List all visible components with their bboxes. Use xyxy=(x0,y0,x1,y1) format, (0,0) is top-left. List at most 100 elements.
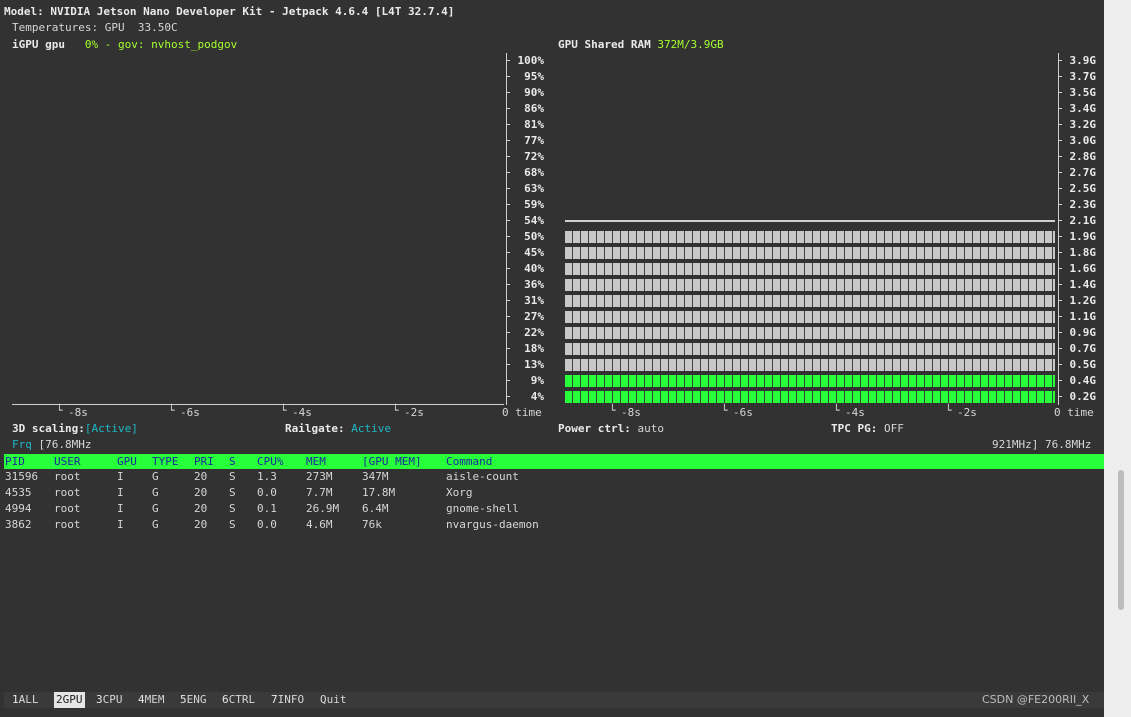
railgate-status: Railgate: Active xyxy=(285,421,391,437)
gpu-x-tick-corner: └ xyxy=(280,404,287,417)
ram-used-bar xyxy=(565,391,1055,403)
tab-label: ENG xyxy=(186,693,207,706)
column-header: GPU xyxy=(117,455,137,468)
watermark: CSDN @FE200RII_X xyxy=(982,693,1090,706)
ram-y-tick-label: 2.1G xyxy=(1069,214,1097,227)
railgate-label: Railgate: xyxy=(285,422,352,435)
gpu-panel-title: iGPU gpu 0% - gov: nvhost_podgov xyxy=(12,37,237,53)
tab-eng[interactable]: 5ENG xyxy=(178,692,209,708)
tab-gpu[interactable]: 2GPU xyxy=(54,692,85,708)
tab-label: INFO xyxy=(277,693,305,706)
ram-total-bar xyxy=(565,359,1055,371)
scrollbar-thumb[interactable] xyxy=(1118,470,1124,610)
tab-number: 5 xyxy=(180,693,187,706)
table-cell: 273M xyxy=(306,470,333,483)
table-cell: G xyxy=(152,486,159,499)
gpu-y-tick-label: 4% xyxy=(530,390,544,403)
table-cell: 26.9M xyxy=(306,502,340,515)
table-cell: 76k xyxy=(362,518,382,531)
tab-label: Quit xyxy=(320,693,347,706)
ram-x-tick-corner: └ xyxy=(609,404,616,417)
gpu-y-tick-label: 68% xyxy=(524,166,544,179)
tab-info[interactable]: 7INFO xyxy=(269,692,306,708)
ram-y-tick-label: 0.9G xyxy=(1069,326,1097,339)
ram-y-tick-label: 3.4G xyxy=(1069,102,1097,115)
gpu-y-tick-label: 90% xyxy=(524,86,544,99)
ram-y-tick-label: 2.3G xyxy=(1069,198,1097,211)
table-cell: root xyxy=(54,486,81,499)
tab-number: 3 xyxy=(96,693,103,706)
table-cell: G xyxy=(152,518,159,531)
ram-total-line xyxy=(565,220,1055,222)
ram-total-bar xyxy=(565,343,1055,355)
column-header: CPU% xyxy=(257,455,284,468)
table-row: 3862 root I G 20 S 0.0 4.6M 76k nvargus-daemon xyxy=(0,517,1100,533)
table-cell: I xyxy=(117,486,124,499)
table-cell: 6.4M xyxy=(362,502,389,515)
table-cell: 20 xyxy=(194,486,208,499)
tpc-status: TPC PG: OFF xyxy=(831,421,904,437)
gpu-y-tick-label: 31% xyxy=(524,294,544,307)
gpu-y-tick-label: 86% xyxy=(524,102,544,115)
tab-cpu[interactable]: 3CPU xyxy=(94,692,125,708)
gpu-load: 0% xyxy=(84,38,99,51)
ram-total-bar xyxy=(565,279,1055,291)
gpu-y-tick-label: 77% xyxy=(524,134,544,147)
gpu-y-tick-label: 9% xyxy=(530,374,544,387)
power-ctrl-status: Power ctrl: auto xyxy=(558,421,664,437)
table-cell: I xyxy=(117,502,124,515)
ram-label: GPU Shared RAM xyxy=(558,38,658,51)
ram-y-tick-label: 1.1G xyxy=(1069,310,1097,323)
gpu-y-tick-label: 95% xyxy=(524,70,544,83)
ram-x-tick-corner: └ xyxy=(833,404,840,417)
gpu-x-tick-label: -8s xyxy=(68,406,88,419)
ram-panel-title: GPU Shared RAM 372M/3.9GB xyxy=(558,37,724,53)
power-value: auto xyxy=(637,422,664,435)
tab-number: 6 xyxy=(222,693,229,706)
table-cell: 0.0 xyxy=(257,518,277,531)
table-cell: 17.8M xyxy=(362,486,396,499)
scaling-status: 3D scaling:[Active] xyxy=(12,421,138,437)
tab-all[interactable]: 1ALL xyxy=(10,692,41,708)
table-cell: Xorg xyxy=(446,486,473,499)
table-cell: 20 xyxy=(194,470,208,483)
ram-x-tick-label: -2s xyxy=(957,406,977,419)
tab-label: CTRL xyxy=(228,693,256,706)
table-cell: 0.1 xyxy=(257,502,277,515)
column-header: PRI xyxy=(194,455,214,468)
scaling-label: 3D scaling: xyxy=(12,422,85,435)
ram-used-bar xyxy=(565,375,1055,387)
tab-quit[interactable]: Quit xyxy=(318,692,349,708)
ram-total-bar xyxy=(565,263,1055,275)
ram-y-tick-label: 1.2G xyxy=(1069,294,1097,307)
table-cell: 4535 xyxy=(5,486,32,499)
column-header: PID xyxy=(5,455,25,468)
tab-label: ALL xyxy=(18,693,39,706)
ram-value: 372M/3.9GB xyxy=(657,38,724,51)
railgate-value: Active xyxy=(351,422,391,435)
tab-mem[interactable]: 4MEM xyxy=(136,692,167,708)
gpu-y-tick-label: 100% xyxy=(517,54,545,67)
gpu-x-tick-corner: └ xyxy=(56,404,63,417)
ram-total-bar xyxy=(565,311,1055,323)
ram-total-bar xyxy=(565,327,1055,339)
ram-y-tick-label: 1.8G xyxy=(1069,246,1097,259)
column-header: Command xyxy=(446,455,493,468)
ram-total-bar xyxy=(565,231,1055,243)
ram-y-tick-label: 0.7G xyxy=(1069,342,1097,355)
gpu-y-tick-label: 27% xyxy=(524,310,544,323)
table-cell: 347M xyxy=(362,470,389,483)
window-scroll-gutter xyxy=(1104,0,1131,717)
tpc-value: OFF xyxy=(883,422,904,435)
ram-y-tick-label: 2.8G xyxy=(1069,150,1097,163)
table-cell: S xyxy=(229,486,236,499)
tab-ctrl[interactable]: 6CTRL xyxy=(220,692,257,708)
table-cell: I xyxy=(117,518,124,531)
table-cell: 0.0 xyxy=(257,486,277,499)
column-header: S xyxy=(229,455,236,468)
gpu-y-tick-label: 50% xyxy=(524,230,544,243)
ram-x-tick-corner: └ xyxy=(721,404,728,417)
table-cell: 31596 xyxy=(5,470,39,483)
ram-total-bar xyxy=(565,295,1055,307)
gpu-y-tick-label: 72% xyxy=(524,150,544,163)
